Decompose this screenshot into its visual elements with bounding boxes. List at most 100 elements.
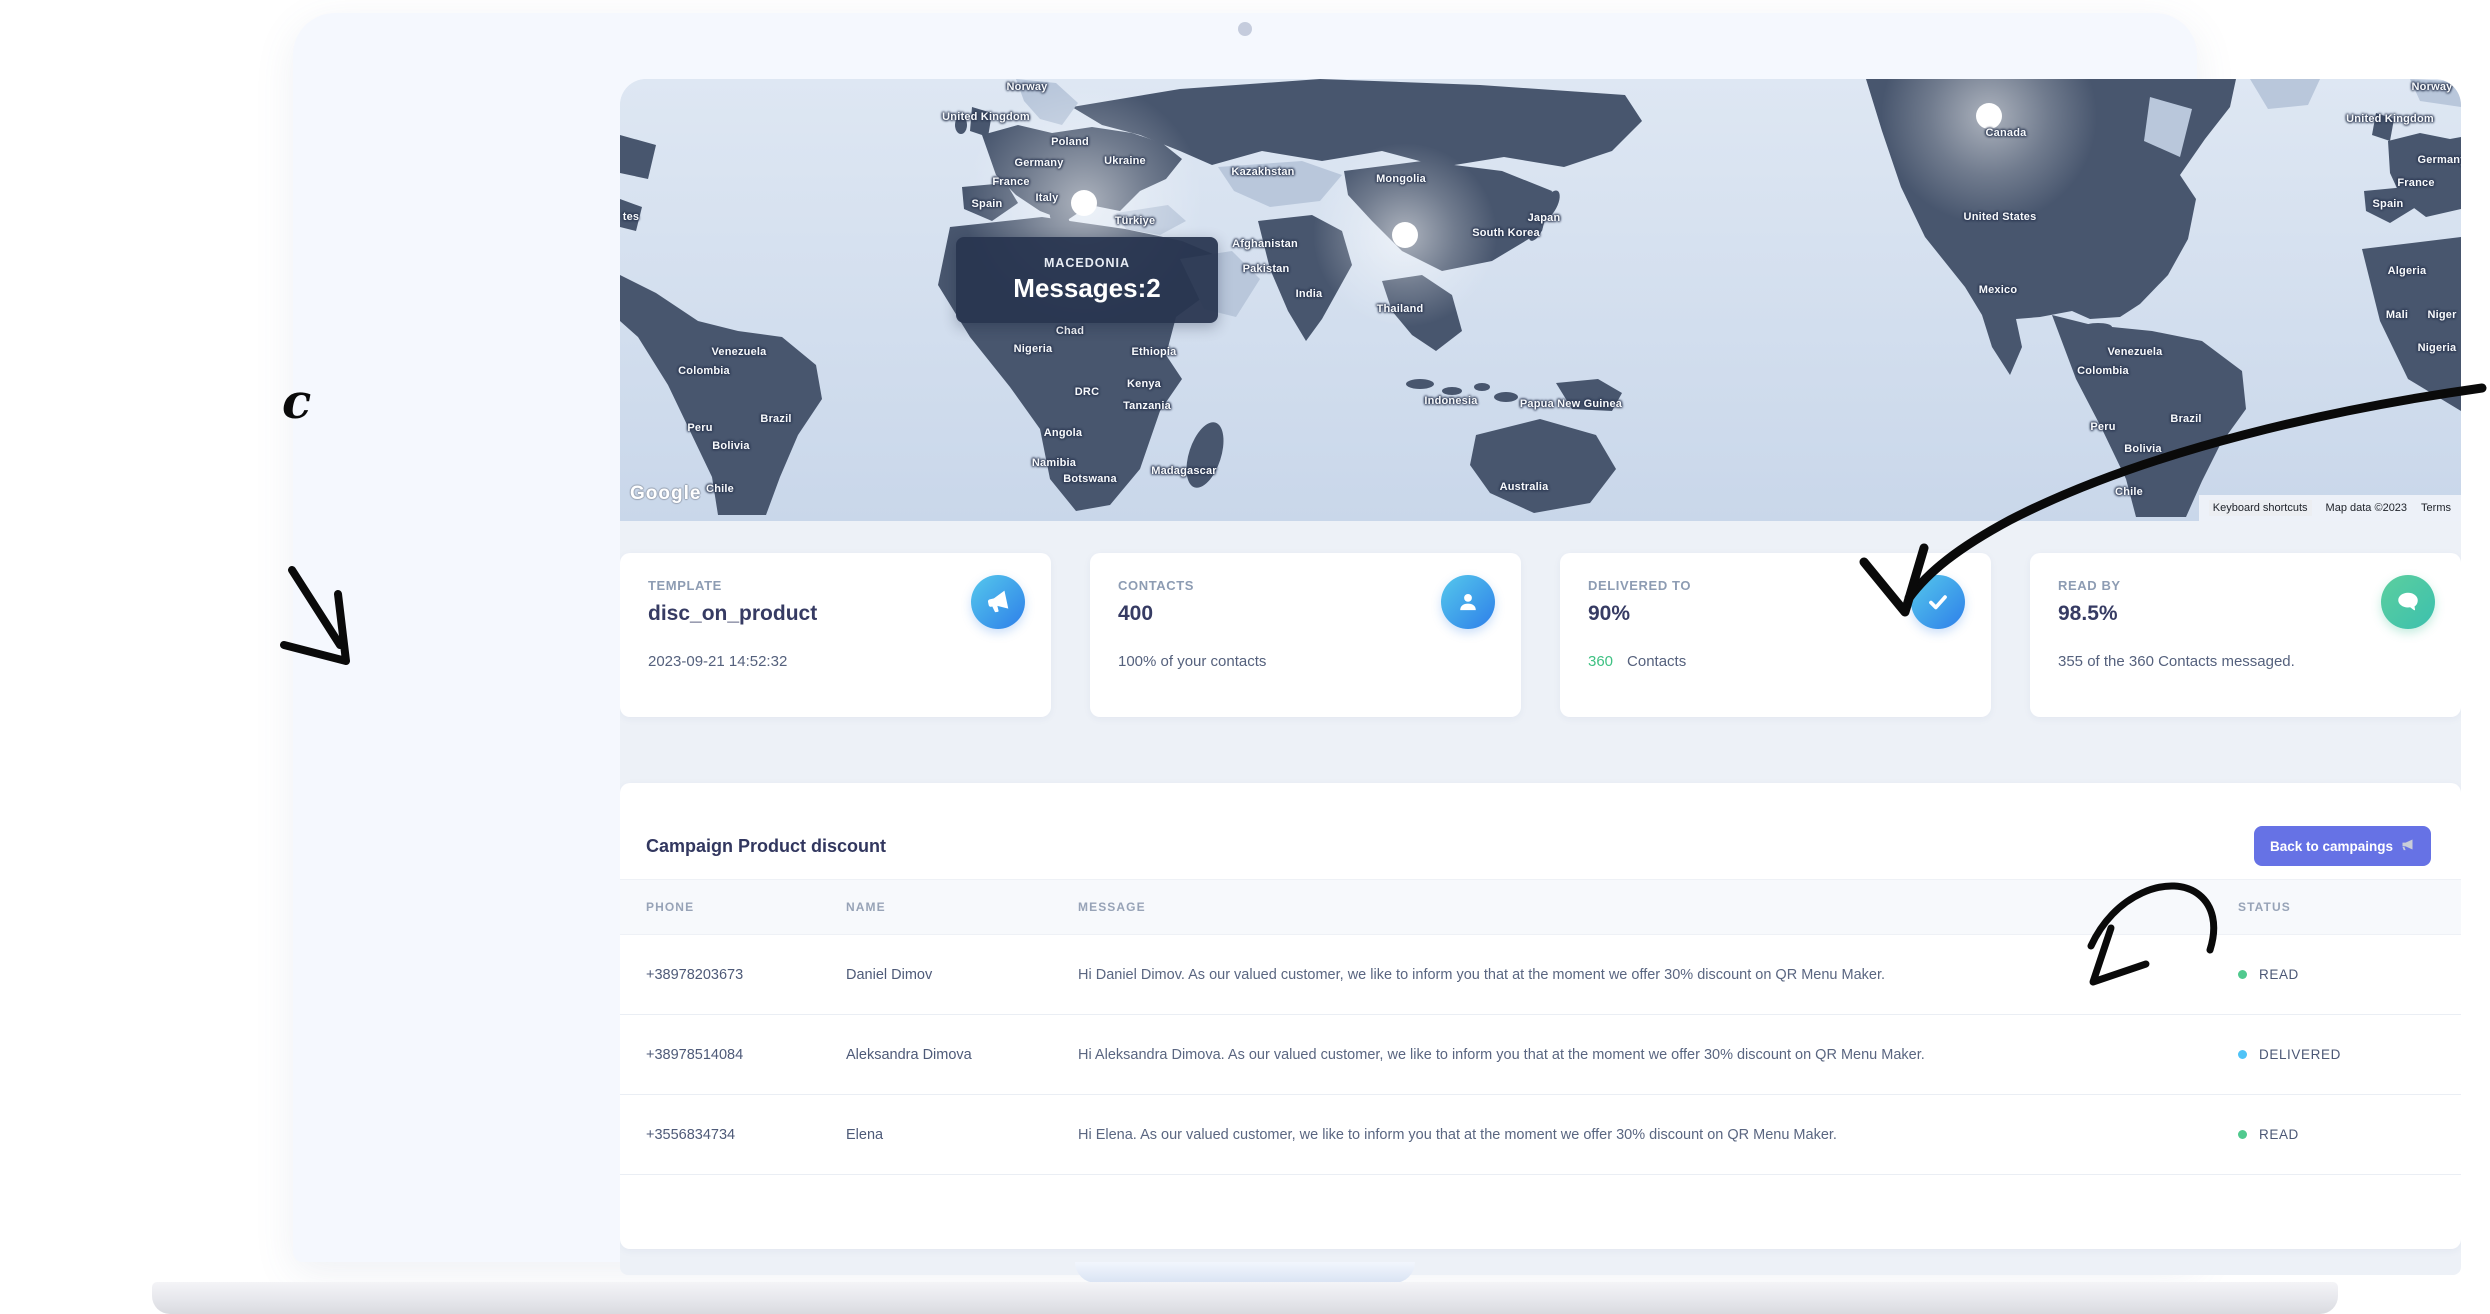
column-header-phone: PHONE bbox=[646, 900, 846, 914]
map-country-label: France bbox=[2397, 177, 2434, 189]
terms-link[interactable]: Terms bbox=[2421, 502, 2451, 514]
map-country-label: Madagascar bbox=[1151, 465, 1217, 477]
map-country-label: Papua New Guinea bbox=[1520, 398, 1622, 410]
user-icon bbox=[1441, 575, 1495, 629]
map-country-label: Poland bbox=[1051, 136, 1089, 148]
table-header: PHONE NAME MESSAGE STATUS bbox=[620, 879, 2461, 935]
back-button-label: Back to campaings bbox=[2270, 839, 2393, 854]
stats-row: TEMPLATE disc_on_product 2023-09-21 14:5… bbox=[620, 553, 2461, 717]
column-header-message: MESSAGE bbox=[1078, 900, 2238, 914]
delivered-unit: Contacts bbox=[1627, 653, 1686, 670]
map-country-label: Türkiye bbox=[1115, 215, 1156, 227]
laptop-base-notch bbox=[1075, 1262, 1415, 1283]
map-country-label: France bbox=[992, 176, 1029, 188]
map-country-label: Canada bbox=[1986, 127, 2027, 139]
map-country-label: Spain bbox=[972, 198, 1003, 210]
map-country-label: Spain bbox=[2373, 198, 2404, 210]
webcam-dot bbox=[1238, 22, 1252, 36]
megaphone-emoji-icon bbox=[2400, 837, 2415, 855]
map-country-label: Brazil bbox=[760, 413, 791, 425]
name-cell: Daniel Dimov bbox=[846, 967, 1078, 983]
map-country-label: Japan bbox=[1528, 212, 1561, 224]
map-country-label: Nigeria bbox=[2418, 342, 2457, 354]
map-country-label: Venezuela bbox=[712, 346, 767, 358]
map-continents bbox=[620, 79, 2461, 521]
map-country-label: Tanzania bbox=[1123, 400, 1171, 412]
status-label: READ bbox=[2259, 967, 2299, 982]
map-country-label: Germany bbox=[1014, 157, 1063, 169]
table-row: +3556834734 Elena Hi Elena. As our value… bbox=[620, 1095, 2461, 1175]
page: Norway United Kingdom Poland Germany Ukraine… bbox=[0, 0, 2490, 1314]
card-label: READ BY bbox=[2058, 578, 2433, 593]
map-country-label: Mexico bbox=[1979, 284, 2018, 296]
check-icon bbox=[1911, 575, 1965, 629]
map-country-label: DRC bbox=[1075, 386, 1099, 398]
dashboard-screen: Norway United Kingdom Poland Germany Ukraine… bbox=[620, 79, 2461, 1275]
map-attribution: Keyboard shortcuts Map data ©2023 Terms bbox=[2199, 495, 2461, 521]
card-label: DELIVERED TO bbox=[1588, 578, 1963, 593]
map-country-label: Pakistan bbox=[1243, 263, 1290, 275]
status-cell: DELIVERED bbox=[2238, 1047, 2461, 1062]
map-country-label: Mali bbox=[2386, 309, 2408, 321]
map-country-label: Afghanistan bbox=[1232, 238, 1298, 250]
back-to-campaigns-button[interactable]: Back to campaings bbox=[2254, 826, 2431, 866]
map-country-label: Nigeria bbox=[1014, 343, 1053, 355]
canada-marker bbox=[1976, 103, 2002, 129]
column-header-status: STATUS bbox=[2238, 900, 2461, 914]
phone-cell: +3556834734 bbox=[646, 1127, 846, 1143]
table-row: +38978203673 Daniel Dimov Hi Daniel Dimo… bbox=[620, 935, 2461, 1015]
status-dot bbox=[2238, 970, 2247, 979]
message-cell: Hi Aleksandra Dimova. As our valued cust… bbox=[1078, 1047, 2238, 1063]
map-country-label: Venezuela bbox=[2108, 346, 2163, 358]
card-read: READ BY 98.5% 355 of the 360 Contacts me… bbox=[2030, 553, 2461, 717]
status-dot bbox=[2238, 1130, 2247, 1139]
tooltip-messages: Messages:2 bbox=[1013, 273, 1160, 304]
map-country-label: South Korea bbox=[1472, 227, 1540, 239]
card-contacts: CONTACTS 400 100% of your contacts bbox=[1090, 553, 1521, 717]
world-map[interactable]: Norway United Kingdom Poland Germany Ukraine… bbox=[620, 79, 2461, 521]
map-country-label: Germany bbox=[2417, 154, 2461, 166]
status-cell: READ bbox=[2238, 1127, 2461, 1142]
asia-marker bbox=[1392, 222, 1418, 248]
map-country-label: Bolivia bbox=[2124, 443, 2161, 455]
map-country-label: United Kingdom bbox=[942, 111, 1030, 123]
status-label: DELIVERED bbox=[2259, 1047, 2341, 1062]
map-country-label: Peru bbox=[2090, 421, 2115, 433]
map-country-label: Angola bbox=[1044, 427, 1082, 439]
card-value: disc_on_product bbox=[648, 602, 1023, 626]
map-country-label: United Kingdom bbox=[2346, 113, 2434, 125]
map-country-label: Brazil bbox=[2170, 413, 2201, 425]
map-country-label: Colombia bbox=[2077, 365, 2129, 377]
map-data-label: Map data ©2023 bbox=[2326, 502, 2408, 514]
map-country-label: Chile bbox=[706, 483, 734, 495]
map-country-label: Botswana bbox=[1063, 473, 1117, 485]
map-country-label: Ukraine bbox=[1104, 155, 1146, 167]
keyboard-shortcuts-link[interactable]: Keyboard shortcuts bbox=[2209, 500, 2312, 516]
panel-header: Campaign Product discount Back to campai… bbox=[620, 783, 2461, 879]
map-country-label: India bbox=[1296, 288, 1323, 300]
chat-bubble-icon bbox=[2381, 575, 2435, 629]
card-subtext: 100% of your contacts bbox=[1118, 653, 1493, 670]
card-delivered: DELIVERED TO 90% 360 Contacts bbox=[1560, 553, 1991, 717]
map-country-label: Thailand bbox=[1377, 303, 1424, 315]
card-value: 90% bbox=[1588, 602, 1963, 626]
card-label: CONTACTS bbox=[1118, 578, 1493, 593]
delivered-count: 360 bbox=[1588, 653, 1613, 670]
phone-cell: +38978203673 bbox=[646, 967, 846, 983]
map-country-label: Colombia bbox=[678, 365, 730, 377]
table-row: +38978514084 Aleksandra Dimova Hi Aleksa… bbox=[620, 1015, 2461, 1095]
laptop-base bbox=[152, 1282, 2338, 1314]
map-tooltip: MACEDONIA Messages:2 bbox=[956, 237, 1218, 323]
google-logo: Google bbox=[630, 483, 701, 505]
message-cell: Hi Daniel Dimov. As our valued customer,… bbox=[1078, 967, 2238, 983]
map-country-label: Kazakhstan bbox=[1231, 166, 1294, 178]
map-country-label: Niger bbox=[2427, 309, 2456, 321]
phone-cell: +38978514084 bbox=[646, 1047, 846, 1063]
card-subtext: 2023-09-21 14:52:32 bbox=[648, 653, 1023, 670]
tooltip-country: MACEDONIA bbox=[1044, 256, 1130, 270]
map-country-label: Indonesia bbox=[1424, 395, 1477, 407]
megaphone-icon bbox=[971, 575, 1025, 629]
map-country-label: Norway bbox=[1007, 81, 1048, 93]
map-country-label: Norway bbox=[2412, 81, 2453, 93]
map-country-label: Bolivia bbox=[712, 440, 749, 452]
